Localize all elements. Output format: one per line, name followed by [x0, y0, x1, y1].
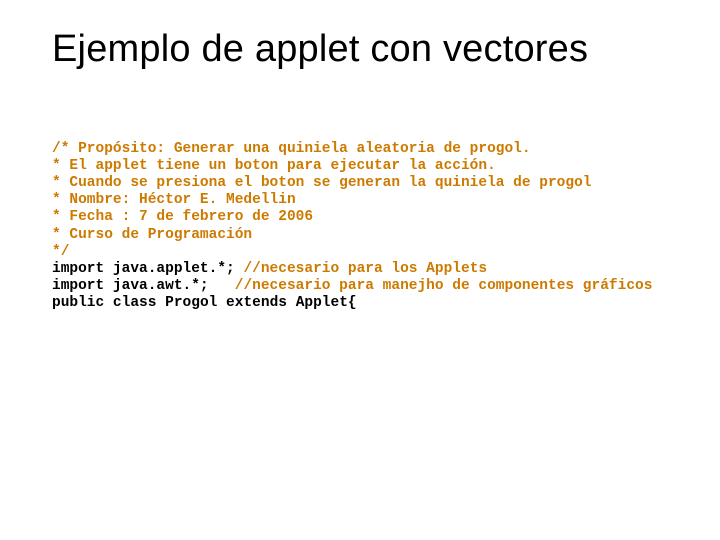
keyword-class: class	[104, 295, 165, 311]
code-text: java.awt.*;	[104, 278, 235, 294]
class-name: Progol	[165, 295, 217, 311]
comment-line: */	[52, 244, 69, 260]
code-text: java.applet.*;	[104, 261, 243, 277]
comment-line: * Cuando se presiona el boton se generan…	[52, 175, 592, 191]
comment-inline: //necesario para los Applets	[243, 261, 487, 277]
comment-line: /* Propósito: Generar una quiniela aleat…	[52, 141, 531, 157]
slide-title: Ejemplo de applet con vectores	[52, 28, 668, 71]
slide: Ejemplo de applet con vectores /* Propós…	[0, 0, 720, 540]
comment-line: * Fecha : 7 de febrero de 2006	[52, 209, 313, 225]
comment-line: * El applet tiene un boton para ejecutar…	[52, 158, 496, 174]
code-block: /* Propósito: Generar una quiniela aleat…	[52, 141, 668, 312]
keyword-import: import	[52, 261, 104, 277]
comment-line: * Curso de Programación	[52, 227, 252, 243]
keyword-public: public	[52, 295, 104, 311]
comment-inline: //necesario para manejho de componentes …	[235, 278, 653, 294]
keyword-extends: extends	[217, 295, 295, 311]
comment-line: * Nombre: Héctor E. Medellin	[52, 192, 296, 208]
keyword-import: import	[52, 278, 104, 294]
superclass-name: Applet{	[296, 295, 357, 311]
